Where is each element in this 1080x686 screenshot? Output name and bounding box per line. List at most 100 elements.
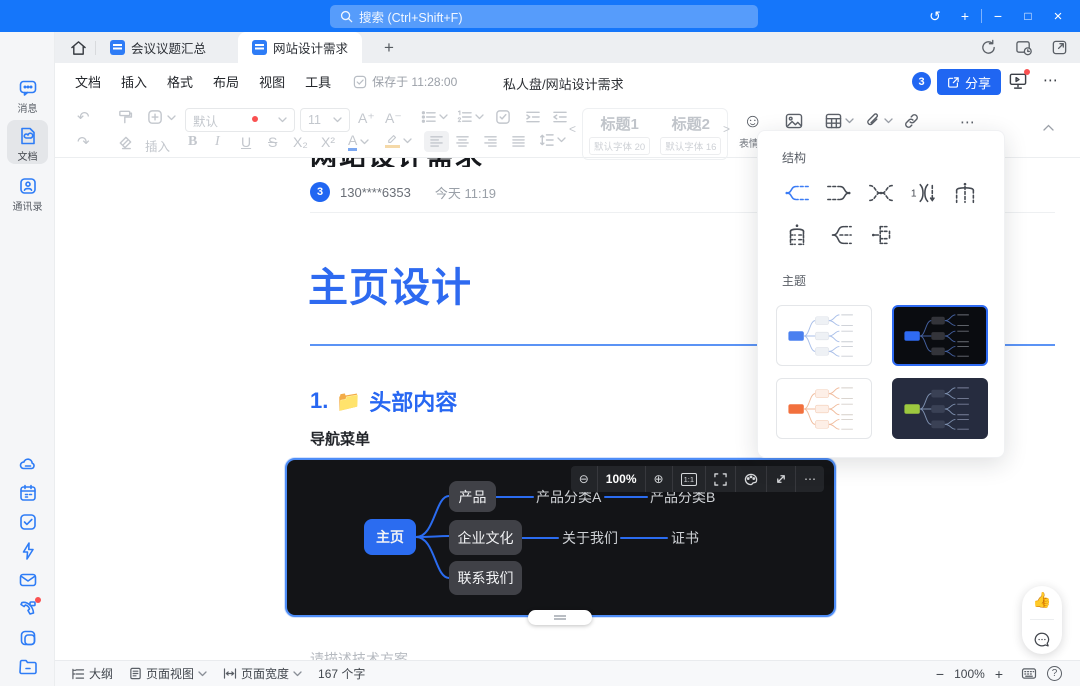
mindmap-widget[interactable]: 主页 产品 企业文化 联系我们 产品分类A 产品分类B 关于我们 证书 ⊖ 10… — [285, 458, 836, 617]
page-width-select[interactable]: 页面宽度 — [215, 665, 310, 682]
structure-logic-left-button[interactable] — [782, 178, 811, 208]
mindmap-child-node[interactable]: 企业文化 — [449, 520, 522, 555]
like-button[interactable]: 👍 — [1033, 591, 1052, 609]
tab-meeting-summary[interactable]: 会议议题汇总 — [96, 32, 220, 63]
insert-quick-button[interactable] — [147, 109, 258, 126]
font-color-button[interactable]: A — [348, 133, 369, 151]
share-button[interactable]: 分享 — [937, 69, 1002, 95]
mindmap-leaf-node[interactable]: 关于我们 — [562, 528, 618, 548]
line-spacing-button[interactable] — [539, 133, 566, 147]
sync-icon[interactable] — [980, 39, 997, 56]
mindmap-more-button[interactable]: ⋯ — [796, 466, 824, 492]
structure-left-fishbone-button[interactable] — [825, 220, 855, 250]
structure-right-tree-button[interactable] — [868, 220, 898, 250]
checklist-button[interactable] — [495, 109, 511, 125]
mindmap-zoom-out-button[interactable]: ⊖ — [571, 466, 597, 492]
global-search-input[interactable]: 搜索 (Ctrl+Shift+F) — [330, 5, 758, 28]
undo-button[interactable]: ↶ — [77, 108, 90, 126]
redo-button[interactable]: ↷ — [77, 133, 90, 151]
theme-card-dark-green[interactable] — [892, 378, 988, 439]
mindmap-zoom-level[interactable]: 100% — [598, 466, 645, 492]
breadcrumb[interactable]: 私人盘/网站设计需求 — [503, 74, 624, 93]
new-tab-button[interactable]: + — [951, 8, 979, 24]
menu-view[interactable]: 视图 — [253, 68, 291, 95]
font-size-select[interactable]: 11 — [300, 108, 350, 132]
mindmap-child-node[interactable]: 产品 — [449, 481, 496, 512]
add-tab-button[interactable]: + — [384, 38, 394, 58]
more-menu-button[interactable]: ⋯ — [1043, 71, 1059, 89]
doc-heading-h1[interactable]: 主页设计 — [308, 255, 472, 313]
theme-card-dark-blue[interactable] — [892, 305, 988, 366]
strikethrough-button[interactable]: S — [268, 134, 277, 150]
author-avatar[interactable]: 3 — [310, 182, 330, 202]
sidebar-item-mail[interactable] — [0, 570, 55, 590]
toolbar-more-button[interactable]: ⋯ — [960, 113, 976, 131]
indent-decrease-button[interactable] — [552, 110, 568, 124]
align-center-button[interactable] — [455, 135, 470, 148]
indent-increase-button[interactable] — [525, 110, 541, 124]
numbered-list-button[interactable] — [457, 110, 484, 124]
mindmap-zoom-in-button[interactable]: ⊕ — [646, 466, 672, 492]
structure-mindmap-button[interactable] — [866, 178, 895, 208]
mindmap-actual-size-button[interactable]: 1:1 — [673, 466, 705, 492]
menu-insert[interactable]: 插入 — [115, 68, 153, 95]
tab-website-design[interactable]: 网站设计需求 — [238, 32, 363, 63]
sidebar-item-docs[interactable]: 文档 — [0, 126, 55, 163]
image-button[interactable] — [785, 113, 803, 129]
menu-document[interactable]: 文档 — [69, 68, 107, 95]
sidebar-item-messages[interactable]: 消息 — [0, 78, 55, 115]
align-justify-button[interactable] — [511, 135, 526, 148]
mindmap-resize-handle[interactable] — [528, 610, 592, 625]
comment-button[interactable] — [1033, 631, 1051, 649]
collapse-toolbar-button[interactable] — [1043, 124, 1054, 131]
section-heading[interactable]: 1. 📁 头部内容 — [310, 385, 457, 417]
sidebar-item-calls[interactable] — [0, 597, 55, 619]
style-prev-button[interactable]: < — [569, 122, 576, 136]
bold-button[interactable]: B — [188, 134, 197, 150]
clear-format-button[interactable] — [117, 135, 133, 150]
menu-format[interactable]: 格式 — [161, 68, 199, 95]
maximize-button[interactable]: □ — [1014, 9, 1042, 23]
sidebar-item-drive[interactable] — [0, 454, 55, 474]
mindmap-fit-button[interactable] — [706, 466, 735, 492]
sidebar-item-todo[interactable] — [0, 512, 55, 532]
structure-logic-right-button[interactable] — [824, 178, 853, 208]
help-button[interactable]: ? — [1047, 666, 1062, 681]
font-family-select[interactable]: 默认 — [185, 108, 295, 132]
zoom-level[interactable]: 100% — [954, 667, 985, 681]
align-right-button[interactable] — [483, 135, 498, 148]
sidebar-item-miniapp[interactable] — [0, 628, 55, 648]
recent-window-icon[interactable] — [1015, 39, 1033, 56]
emoji-button[interactable]: ☺ — [743, 111, 762, 133]
style-heading1[interactable]: 标题1 默认字体 20 — [589, 113, 651, 155]
table-button[interactable] — [825, 113, 854, 129]
theme-card-light-orange[interactable] — [776, 378, 872, 439]
history-icon[interactable]: ↺ — [921, 8, 949, 25]
link-button[interactable] — [903, 113, 920, 129]
shortcuts-keyboard-icon[interactable] — [1021, 667, 1037, 680]
zoom-in-button[interactable]: + — [995, 666, 1003, 682]
increase-font-button[interactable]: A⁺ — [358, 110, 375, 127]
bullet-list-button[interactable] — [421, 110, 448, 124]
align-left-button[interactable] — [424, 131, 449, 152]
mindmap-child-node[interactable]: 联系我们 — [449, 561, 522, 595]
zoom-out-button[interactable]: − — [936, 666, 944, 682]
sidebar-item-folder[interactable] — [0, 657, 55, 677]
sidebar-item-flash[interactable] — [0, 541, 55, 561]
menu-tools[interactable]: 工具 — [299, 68, 337, 95]
italic-button[interactable]: I — [215, 134, 220, 150]
present-button[interactable] — [1008, 69, 1030, 90]
close-button[interactable]: × — [1044, 8, 1072, 25]
open-new-window-icon[interactable] — [1051, 39, 1068, 56]
collaborator-badge[interactable]: 3 — [912, 72, 931, 91]
insert-label[interactable]: 插入 — [145, 136, 170, 155]
structure-org-button[interactable] — [782, 220, 812, 250]
sidebar-item-contacts[interactable]: 通讯录 — [0, 176, 55, 213]
style-heading2[interactable]: 标题2 默认字体 16 — [660, 113, 722, 155]
mindmap-leaf-node[interactable]: 证书 — [671, 528, 699, 548]
structure-timeline-button[interactable]: 1 — [909, 178, 938, 208]
outline-toggle[interactable]: 大纲 — [63, 665, 121, 682]
format-painter-button[interactable] — [117, 109, 133, 125]
subscript-button[interactable]: X₂ — [293, 134, 308, 150]
highlight-button[interactable] — [385, 133, 412, 148]
